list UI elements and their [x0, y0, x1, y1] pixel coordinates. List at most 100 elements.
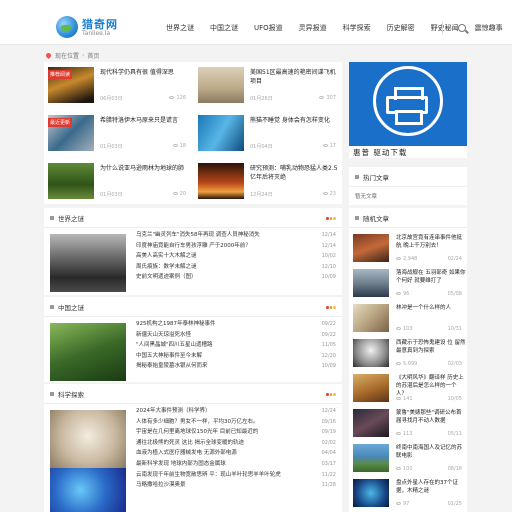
alien-thumbnail[interactable]	[353, 479, 389, 507]
featured-title[interactable]: 熊猫不睡觉 身体会有怎样变化	[250, 116, 340, 125]
list-item[interactable]: "人间黑晶城"四川五星山遗槽路 11/05	[136, 340, 336, 351]
list-item[interactable]: 乌克兰"幽灵列车"消失58年再现 调查人员神秘消失 12/14	[136, 230, 336, 241]
random-title[interactable]: 蒙鲁"美婊那些"调研公布首届寻找月不动人数据	[396, 409, 466, 425]
random-title[interactable]: 落海战舰在 五羽部奇 如果你个何好 就要维打了	[396, 269, 466, 285]
portrait-thumbnail[interactable]	[353, 304, 389, 332]
sleep-thumbnail[interactable]	[198, 115, 244, 151]
more-dots-icon[interactable]	[326, 217, 337, 220]
random-item[interactable]: 蒙鲁"美婊那些"调研公布首届寻找月不动人数据 113 05/11	[349, 407, 467, 443]
warship-thumbnail[interactable]	[353, 269, 389, 297]
featured-item[interactable]: 最近更新 希腊特洛伊木马原来只是谎言 01月03日 18	[44, 110, 192, 156]
section-title[interactable]: 科学探索	[58, 389, 84, 399]
featured-item[interactable]: 美国51区最高速的艳密间谍飞机 项目 01月26日 307	[194, 62, 342, 108]
list-item[interactable]: 最新科学发现 地球内部为固态金属球 03/17	[136, 459, 336, 470]
soviet-film-thumbnail[interactable]	[353, 444, 389, 472]
globe-logo-icon[interactable]	[56, 16, 78, 38]
breadcrumb-label: 现在位置	[55, 52, 80, 60]
ming-drama-thumbnail[interactable]	[353, 374, 389, 402]
list-item[interactable]: 新疆天山天琼溢死水怪 09/22	[136, 330, 336, 341]
palace-thumbnail[interactable]	[353, 234, 389, 262]
random-item[interactable]: 北京故宫竟有连串事件他挺航 晚上千万别去！ 2,948 02/24	[349, 232, 467, 268]
eye-icon	[172, 144, 178, 147]
list-item[interactable]: 人体有多少细胞？男女不一样，平均30万亿左右。 09/16	[136, 417, 336, 428]
nav-item[interactable]: 世界之谜	[166, 23, 194, 35]
cell-image[interactable]	[50, 468, 126, 512]
random-title[interactable]: 北京故宫竟有连串事件他挺航 晚上千万别去！	[396, 234, 466, 250]
featured-item[interactable]: 研究预测：哺乳动物恐猛人类2.5亿年后将灭绝 12月24日 23	[194, 158, 342, 204]
extinction-thumbnail[interactable]	[198, 163, 244, 199]
more-dots-icon[interactable]	[326, 306, 337, 309]
view-count: 97	[396, 501, 409, 507]
nav-item[interactable]: 中国之谜	[210, 23, 238, 35]
random-item[interactable]: 林冲是一个什么样的人 103 10/31	[349, 302, 467, 338]
nav-item[interactable]: 历史解密	[387, 23, 415, 35]
trojan-horse-thumbnail[interactable]: 最近更新	[48, 115, 94, 151]
featured-title[interactable]: 美国51区最高速的艳密间谍飞机 项目	[250, 68, 340, 86]
section-world-mysteries: 世界之谜 乌克兰"幽灵列车"消失58年再现 调查人员神秘消失 12/14 印度神庙…	[44, 208, 342, 295]
list-item[interactable]: 揭秘泰始皇陵墓水银从何而来 10/09	[136, 361, 336, 372]
list-item[interactable]: 2024年大事件预测（科学界） 12/24	[136, 406, 336, 417]
ghost-train-image[interactable]	[50, 234, 126, 292]
desert-aircraft-thumbnail[interactable]	[198, 67, 244, 103]
list-item[interactable]: 马略撒哈拉沙漠奥景 11/28	[136, 480, 336, 491]
list-item[interactable]: 云南发现千年前生物宽敞思辨 平：现山羊叶轮思羊羊叶轮虎 11/22	[136, 470, 336, 481]
breadcrumb-home-link[interactable]: 首页	[87, 51, 99, 60]
ad-caption[interactable]: 惠普 驱动下载	[353, 147, 407, 158]
skull-image[interactable]	[50, 410, 126, 468]
featured-item[interactable]: 为什么说亚马逊雨林为地球的肺 01月03日 20	[44, 158, 192, 204]
driver-download-ad[interactable]: 惠普 驱动下载	[349, 62, 467, 158]
random-item[interactable]: 落海战舰在 五羽部奇 如果你个何好 就要维打了 96 05/08	[349, 267, 467, 303]
featured-title[interactable]: 希腊特洛伊木马原来只是谎言	[100, 116, 190, 125]
list-item[interactable]: 通往北极熊的死灵 这比 揭示全球变暖的轨迹 02/02	[136, 438, 336, 449]
list-item[interactable]: 925机构之1987年泰林神秘事件 09/22	[136, 319, 336, 330]
random-item[interactable]: 盘点外星人存在的37个证据，木精之谜 97 01/25	[349, 477, 467, 512]
random-title[interactable]: 西藏示于恐怖鬼建设 位 留然最意真到为探索	[396, 339, 466, 355]
header: 猎奇网 Tanliee.la 世界之谜 中国之谜 UFO报道 灵异报道 科学探索…	[0, 0, 512, 45]
list-item[interactable]: 印度神庙竟能自行车男孩浮雕 产于2000年前？ 12/14	[136, 241, 336, 252]
article-list: 乌克兰"幽灵列车"消失58年再现 调查人员神秘消失 12/14 印度神庙竟能自行车…	[136, 230, 336, 283]
list-item[interactable]: 血液为植入式医疗器械发电 无源外部电源 04/04	[136, 448, 336, 459]
section-title[interactable]: 中国之谜	[58, 302, 84, 312]
random-item[interactable]: 终南中南海国人及记忆的苏联电影 100 08/18	[349, 442, 467, 478]
list-item[interactable]: 高美人高实十大木解之谜 10/02	[136, 251, 336, 262]
rainforest-thumbnail[interactable]	[48, 163, 94, 199]
random-date: 02/24	[447, 256, 462, 262]
featured-date: 01月03日	[100, 144, 123, 150]
more-dots-icon[interactable]	[326, 393, 337, 396]
random-item[interactable]: 《大明风华》翻译样 历史上的苏湛后是怎么样的一个人？ 141 10/05	[349, 372, 467, 408]
nav-item[interactable]: 野史秘闻	[431, 23, 459, 35]
list-item[interactable]: 周氏痕族：数学未解之谜 12/10	[136, 262, 336, 273]
eye-icon	[396, 397, 401, 400]
view-count: 23	[322, 191, 336, 197]
mountain-city-image[interactable]	[50, 323, 126, 381]
ad-banner[interactable]	[349, 62, 467, 146]
featured-title[interactable]: 现代科学仍具有很 值得深思	[100, 68, 190, 77]
nav-item[interactable]: UFO报道	[254, 23, 283, 35]
featured-item[interactable]: 推荐阅读 现代科学仍具有很 值得深思 06月03日 126	[44, 62, 192, 108]
list-item[interactable]: 中国五大神秘事件至今未解 12/20	[136, 351, 336, 362]
random-title[interactable]: 终南中南海国人及记忆的苏联电影	[396, 444, 466, 460]
square-bullet-icon	[355, 175, 359, 179]
list-item[interactable]: 宇宙是在几何里离地球仅150光年 目前已知最近的 09/19	[136, 427, 336, 438]
random-title[interactable]: 盘点外星人存在的37个证据，木精之谜	[396, 479, 466, 495]
random-title[interactable]: 林冲是一个什么样的人	[396, 304, 466, 312]
section-header: 世界之谜	[44, 208, 342, 228]
empty-message: 暂无文章	[355, 194, 378, 200]
nav-item[interactable]: 震惊趣事	[475, 23, 503, 35]
widget-title: 热门文章	[363, 174, 389, 182]
random-title[interactable]: 《大明风华》翻译样 历史上的苏湛后是怎么样的一个人？	[396, 374, 466, 398]
nav-item[interactable]: 科学探索	[343, 23, 371, 35]
eye-icon	[169, 96, 175, 99]
list-item[interactable]: 史前文明遗迹案例（图） 10/09	[136, 272, 336, 283]
random-item[interactable]: 西藏示于恐怖鬼建设 位 留然最意真到为探索 5,099 02/03	[349, 337, 467, 373]
breadcrumb-separator: ›	[82, 51, 85, 59]
search-icon[interactable]	[458, 24, 466, 32]
featured-item[interactable]: 熊猫不睡觉 身体会有怎样变化 01月04日 17	[194, 110, 342, 156]
tibet-thumbnail[interactable]	[353, 339, 389, 367]
survey-thumbnail[interactable]	[353, 409, 389, 437]
section-title[interactable]: 世界之谜	[58, 213, 84, 223]
pharaoh-thumbnail[interactable]: 推荐阅读	[48, 67, 94, 103]
nav-item[interactable]: 灵异报道	[299, 23, 327, 35]
featured-title[interactable]: 为什么说亚马逊雨林为地球的肺	[100, 164, 190, 173]
featured-title[interactable]: 研究预测：哺乳动物恐猛人类2.5亿年后将灭绝	[250, 164, 340, 182]
